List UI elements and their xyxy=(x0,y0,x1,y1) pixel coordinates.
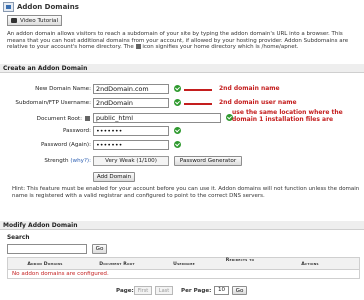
col-redirects-to[interactable]: Redirects to xyxy=(220,258,260,264)
domain-valid-icon xyxy=(174,85,181,92)
why-link[interactable]: (why?): xyxy=(70,158,91,164)
docroot-home-icon xyxy=(85,116,90,121)
modify-section-heading: Modify Addon Domain xyxy=(0,221,364,230)
add-domain-button[interactable]: Add Domain xyxy=(93,172,135,182)
video-tutorial-label: Video Tutorial xyxy=(20,17,59,24)
subdomain-label: Subdomain/FTP Username: xyxy=(15,100,91,106)
home-directory-icon xyxy=(135,44,141,50)
annotation-domain-name: 2nd domain name xyxy=(219,85,280,92)
password-valid-icon xyxy=(174,127,181,134)
strength-label: Strength (why?): xyxy=(44,158,91,164)
subdomain-valid-icon xyxy=(174,99,181,106)
password-input[interactable]: ••••••• xyxy=(93,126,169,136)
create-section-heading: Create an Addon Domain xyxy=(0,64,364,73)
empty-table-message: No addon domains are configured. xyxy=(7,270,360,279)
docroot-input[interactable]: public_html xyxy=(93,113,221,123)
annotation-user-name: 2nd domain user name xyxy=(219,99,297,106)
col-document-root[interactable]: Document Root xyxy=(86,262,148,268)
new-domain-input[interactable]: 2ndDomain.com xyxy=(93,84,169,94)
page-header: Addon Domains xyxy=(3,1,79,12)
col-addon-domains[interactable]: Addon Domains xyxy=(14,262,76,268)
intro-text: An addon domain allows visitors to reach… xyxy=(7,31,349,51)
col-actions: Actions xyxy=(301,262,319,267)
per-page-input[interactable]: 10 xyxy=(214,286,229,295)
per-page-label: Per Page: xyxy=(181,288,212,294)
new-domain-label: New Domain Name: xyxy=(35,86,91,92)
first-page-button[interactable]: First xyxy=(134,286,152,295)
per-page-go-button[interactable]: Go xyxy=(232,286,247,295)
annotation-docroot: use the same location where the domain 1… xyxy=(232,109,343,123)
search-input[interactable] xyxy=(7,244,87,254)
password-label: Password: xyxy=(62,128,91,134)
page-title: Addon Domains xyxy=(17,2,79,11)
search-go-button[interactable]: Go xyxy=(92,244,107,254)
col-username[interactable]: Username xyxy=(160,262,208,268)
annotation-arrow-2 xyxy=(184,103,212,105)
domains-table-header: Addon Domains Document Root Username Red… xyxy=(7,257,360,270)
docroot-label: Document Root: xyxy=(36,116,82,122)
page-label: Page: xyxy=(116,288,134,294)
annotation-arrow-1 xyxy=(184,89,212,91)
password-again-input[interactable]: ••••••• xyxy=(93,140,169,150)
addon-domains-icon xyxy=(3,1,14,12)
hint-text: Hint: This feature must be enabled for y… xyxy=(12,186,360,199)
last-page-button[interactable]: Last xyxy=(155,286,173,295)
password-again-label: Password (Again): xyxy=(40,142,91,148)
password-again-valid-icon xyxy=(174,141,181,148)
search-label: Search xyxy=(7,235,30,241)
video-tutorial-button[interactable]: Video Tutorial xyxy=(7,15,63,26)
video-icon xyxy=(11,18,17,23)
subdomain-input[interactable]: 2ndDomain xyxy=(93,98,169,108)
password-strength-meter: Very Weak (1/100) xyxy=(93,156,169,166)
password-generator-button[interactable]: Password Generator xyxy=(174,156,242,166)
